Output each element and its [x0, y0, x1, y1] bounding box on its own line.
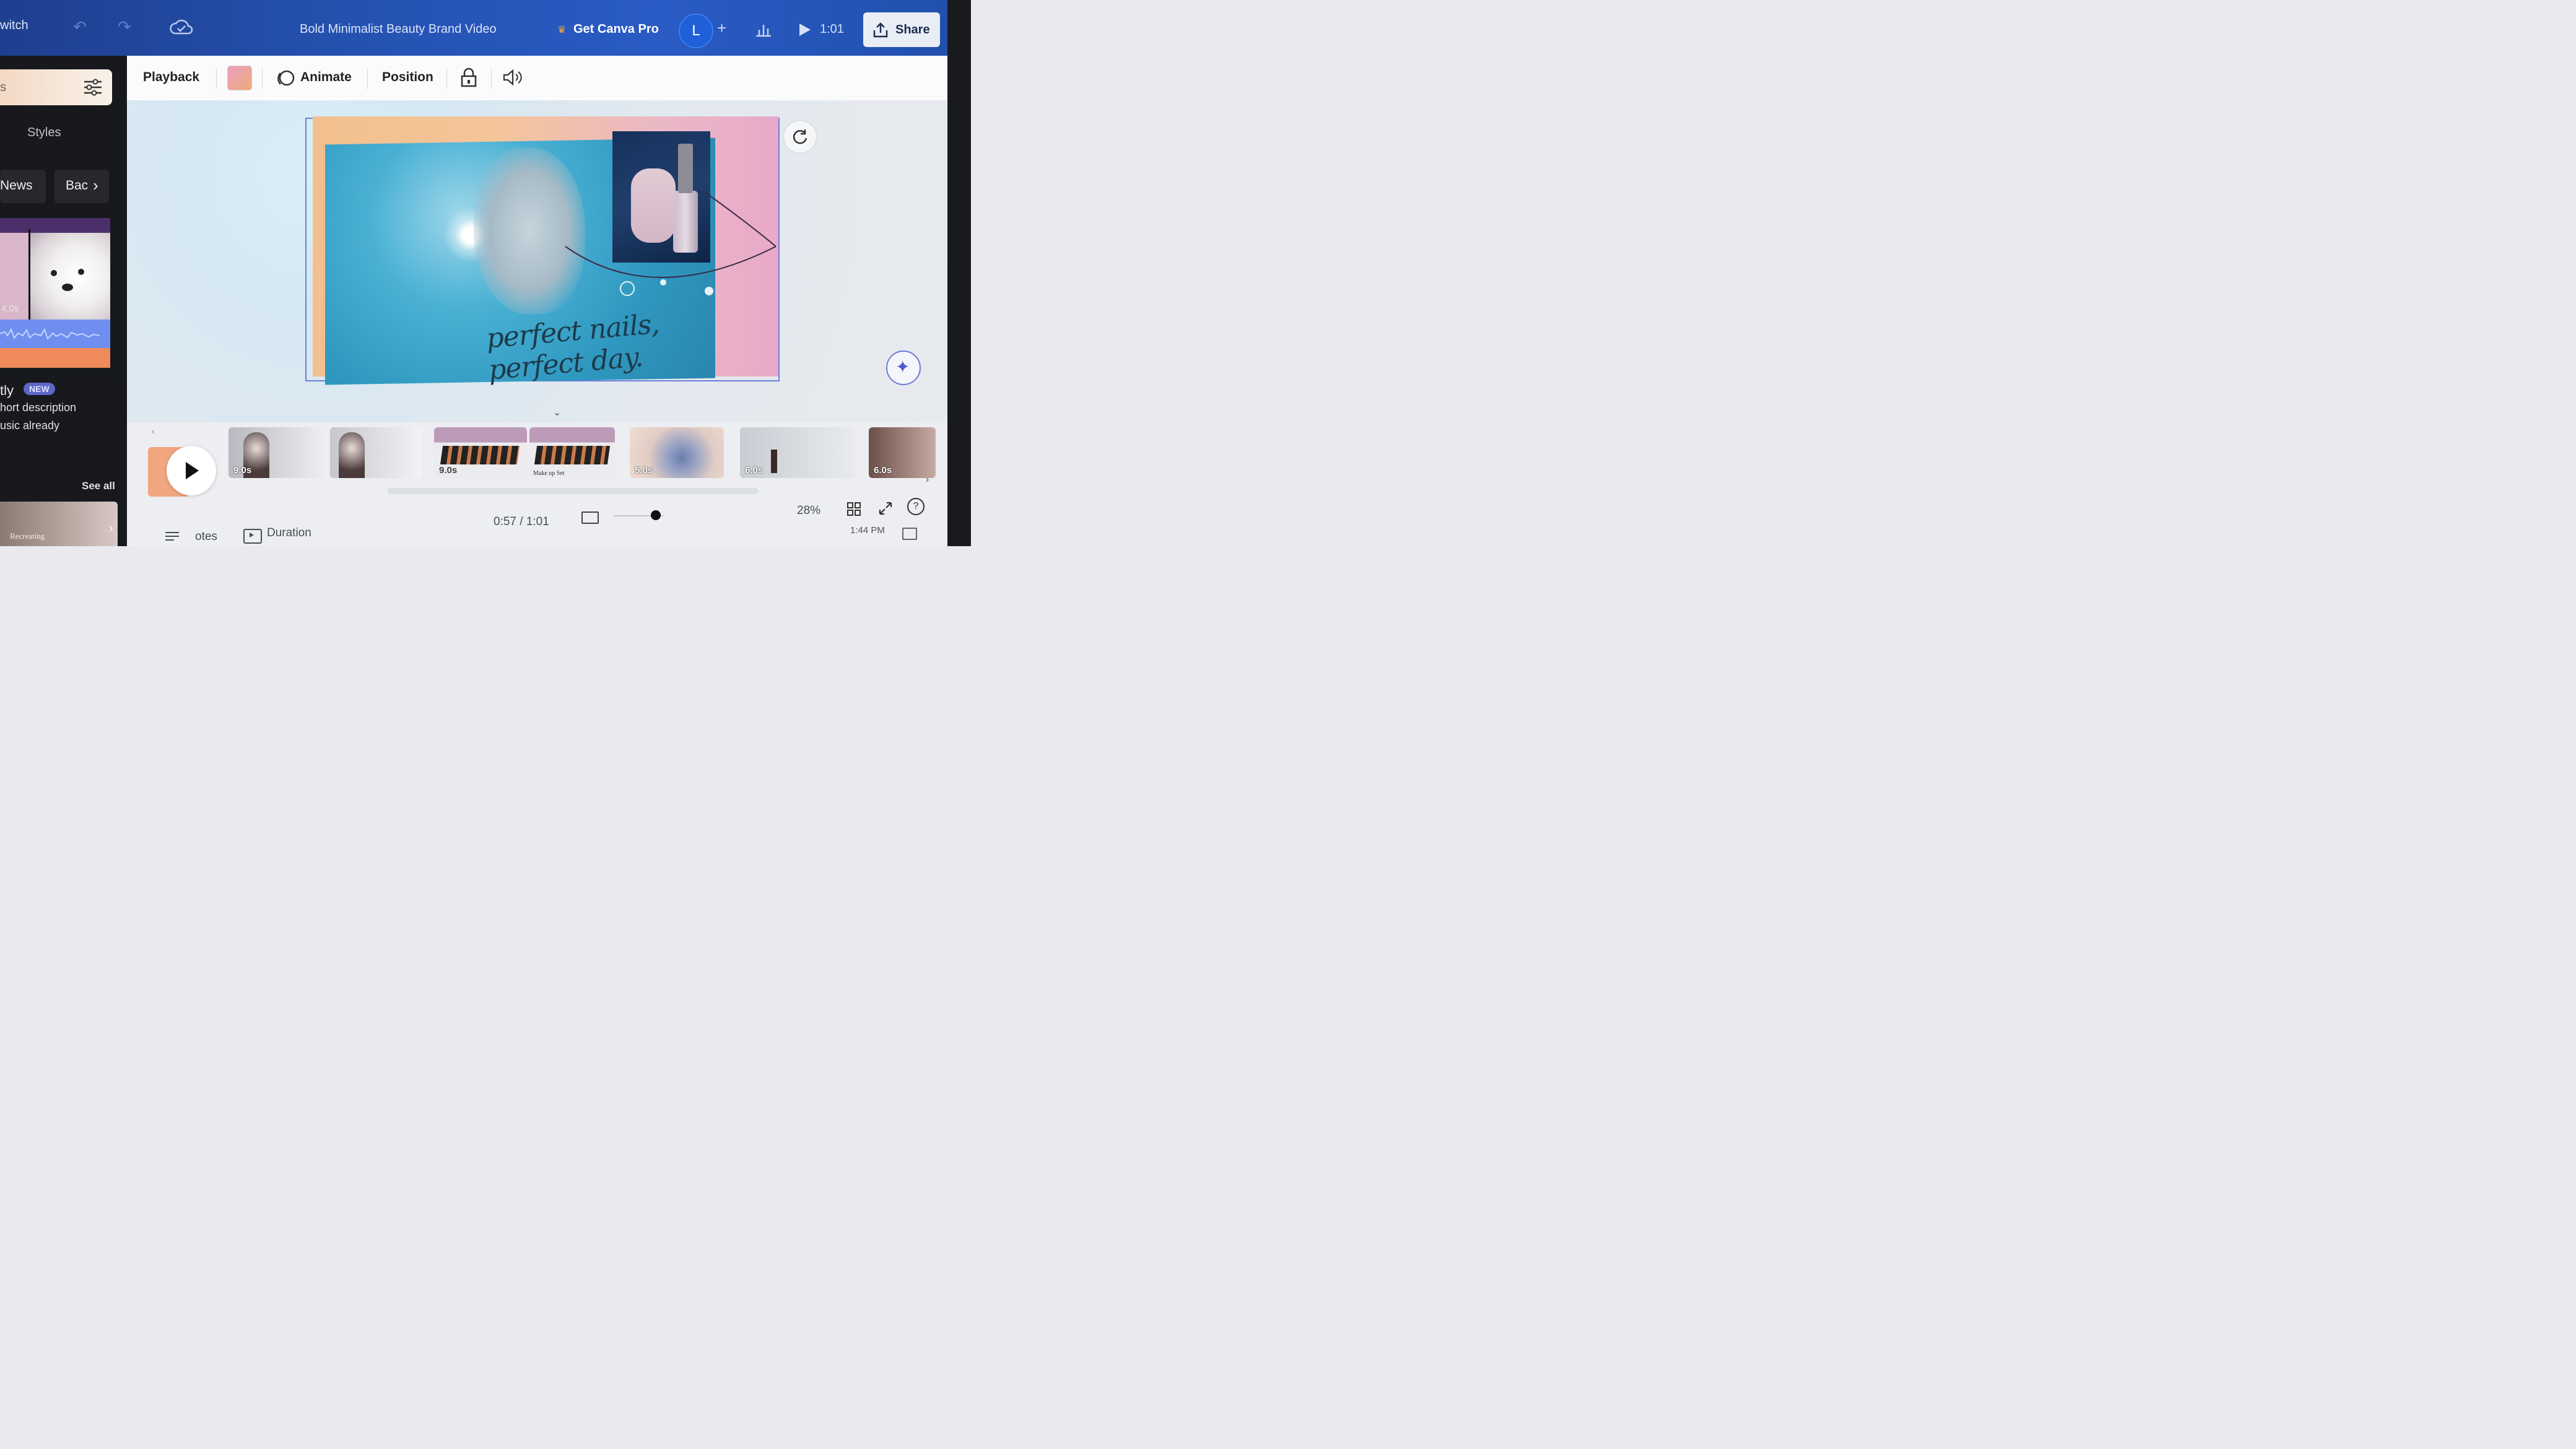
template-card-text: Recreating [10, 531, 45, 541]
new-badge: NEW [24, 383, 55, 395]
search-input[interactable]: s [0, 69, 112, 105]
dog-thumbnail [30, 233, 110, 320]
switch-button[interactable]: witch [0, 19, 28, 33]
design-page[interactable]: perfect nails, perfect day. [313, 116, 778, 386]
scroll-left-icon[interactable]: ‹ [152, 426, 155, 436]
get-canva-pro-button[interactable]: Get Canva Pro [573, 22, 659, 37]
grid-view-icon[interactable] [846, 502, 861, 516]
redo-icon[interactable]: ↷ [118, 17, 131, 37]
side-panel: s Styles News Bac › 4.0s tly NEW hort de… [0, 56, 127, 546]
top-bar: witch ↶ ↷ Bold Minimalist Beauty Brand V… [0, 0, 947, 56]
crown-icon: ♛ [557, 25, 567, 35]
sparkle-icon: ✦ [895, 357, 910, 376]
chevron-down-icon[interactable]: ⌄ [553, 406, 561, 419]
chip-news[interactable]: News [0, 170, 46, 203]
card-header [0, 218, 110, 233]
clip-duration: 4.0s [1, 303, 19, 314]
fullscreen-icon[interactable] [877, 500, 894, 516]
undo-icon[interactable]: ↶ [73, 17, 87, 37]
presentation-duration[interactable]: 1:01 [820, 22, 844, 37]
play-icon[interactable] [798, 22, 812, 37]
share-button[interactable]: Share [863, 12, 940, 47]
card-footer [0, 348, 110, 368]
refresh-icon [793, 129, 807, 144]
duration-button[interactable]: Duration [267, 526, 311, 540]
design-title[interactable]: Bold Minimalist Beauty Brand Video [300, 22, 497, 37]
avatar[interactable]: L [679, 14, 713, 48]
playback-button[interactable]: Playback [143, 70, 199, 85]
notes-icon[interactable] [164, 529, 185, 545]
scroll-right-icon[interactable]: › [926, 474, 929, 485]
monitor-bezel [947, 0, 971, 546]
timeline-clip[interactable]: 9.0s [434, 427, 527, 478]
see-all-link[interactable]: See all [82, 480, 115, 492]
zoom-level[interactable]: 28% [797, 504, 820, 518]
styles-tab[interactable]: Styles [27, 126, 61, 140]
add-collaborator-button[interactable]: + [717, 19, 726, 38]
filter-icon[interactable] [83, 78, 103, 97]
cloud-saved-icon[interactable] [170, 19, 193, 36]
magic-assistant-button[interactable]: ✦ [886, 350, 921, 385]
audio-clip-card[interactable]: 4.0s [0, 218, 110, 368]
audio-waveform[interactable] [0, 320, 110, 348]
regenerate-button[interactable] [783, 120, 817, 154]
aspect-icon[interactable] [581, 511, 599, 524]
duration-icon[interactable] [243, 529, 262, 544]
timeline-clip[interactable]: 6.0s [740, 427, 855, 478]
template-card[interactable]: Recreating › [0, 502, 118, 546]
clip-duration: 6.0s [874, 465, 892, 476]
clip-duration: 9.0s [439, 465, 458, 476]
feature-description-line1: hort description [0, 401, 77, 414]
share-label: Share [895, 23, 930, 37]
search-text: s [0, 80, 6, 94]
timecode: 0:57 / 1:01 [494, 515, 549, 528]
clip-duration: 9.0s [233, 465, 252, 476]
color-swatch[interactable] [227, 66, 252, 90]
help-icon[interactable]: ? [907, 498, 925, 515]
chip-background[interactable]: Bac › [54, 170, 109, 203]
timeline-clip[interactable]: 9.0s [228, 427, 328, 478]
feature-title: tly [0, 383, 14, 398]
timeline-play-button[interactable] [167, 446, 216, 495]
timeline-panel: 9.0s 9.0s Make up Set 5.0s 6.0s 6.0s ‹ ›… [127, 422, 947, 546]
notifications-icon[interactable] [902, 528, 917, 540]
timeline-clip[interactable]: Make up Set [529, 427, 615, 478]
timeline-clip[interactable] [330, 427, 422, 478]
position-button[interactable]: Position [382, 70, 433, 85]
zoom-slider-handle[interactable] [651, 510, 661, 520]
screen: witch ↶ ↷ Bold Minimalist Beauty Brand V… [0, 0, 947, 546]
play-icon [186, 462, 199, 479]
chevron-right-icon: › [93, 176, 98, 194]
canvas-area: perfect nails, perfect day. ✦ ⌄ [127, 100, 947, 422]
script-caption[interactable]: perfect nails, perfect day. [485, 303, 717, 386]
animate-button[interactable]: Animate [300, 70, 352, 85]
timeline-scrollbar[interactable] [387, 488, 759, 494]
lock-icon[interactable] [460, 67, 477, 88]
animate-icon [277, 70, 295, 86]
share-icon [873, 22, 888, 38]
decorative-curve [565, 190, 777, 296]
clip-duration: 5.0s [635, 465, 653, 476]
editor-toolbar: Playback Animate Position [127, 56, 947, 101]
timeline-clip[interactable]: 6.0s [869, 427, 936, 478]
notes-button[interactable]: otes [195, 530, 217, 544]
clip-caption: Make up Set [533, 470, 565, 477]
chevron-right-icon: › [109, 521, 113, 535]
feature-description-line2: usic already [0, 419, 60, 432]
volume-icon[interactable] [502, 68, 523, 87]
timeline-clip[interactable]: 5.0s [630, 427, 724, 478]
insights-icon[interactable] [754, 21, 773, 37]
system-clock: 1:44 PM [850, 525, 885, 536]
clip-duration: 6.0s [745, 465, 764, 476]
